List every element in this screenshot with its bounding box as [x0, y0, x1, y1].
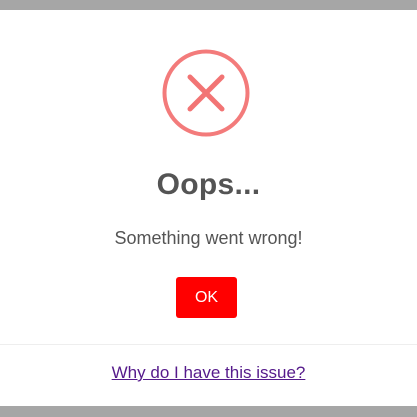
dialog-footer: Why do I have this issue?	[0, 363, 417, 383]
ok-button[interactable]: OK	[176, 277, 237, 318]
dialog-title: Oops...	[156, 168, 261, 201]
why-issue-link[interactable]: Why do I have this issue?	[112, 363, 306, 382]
error-icon	[162, 49, 250, 137]
footer-divider	[0, 344, 417, 345]
alert-dialog: Oops... Something went wrong! OK Why do …	[0, 10, 417, 406]
dialog-message: Something went wrong!	[114, 228, 303, 248]
